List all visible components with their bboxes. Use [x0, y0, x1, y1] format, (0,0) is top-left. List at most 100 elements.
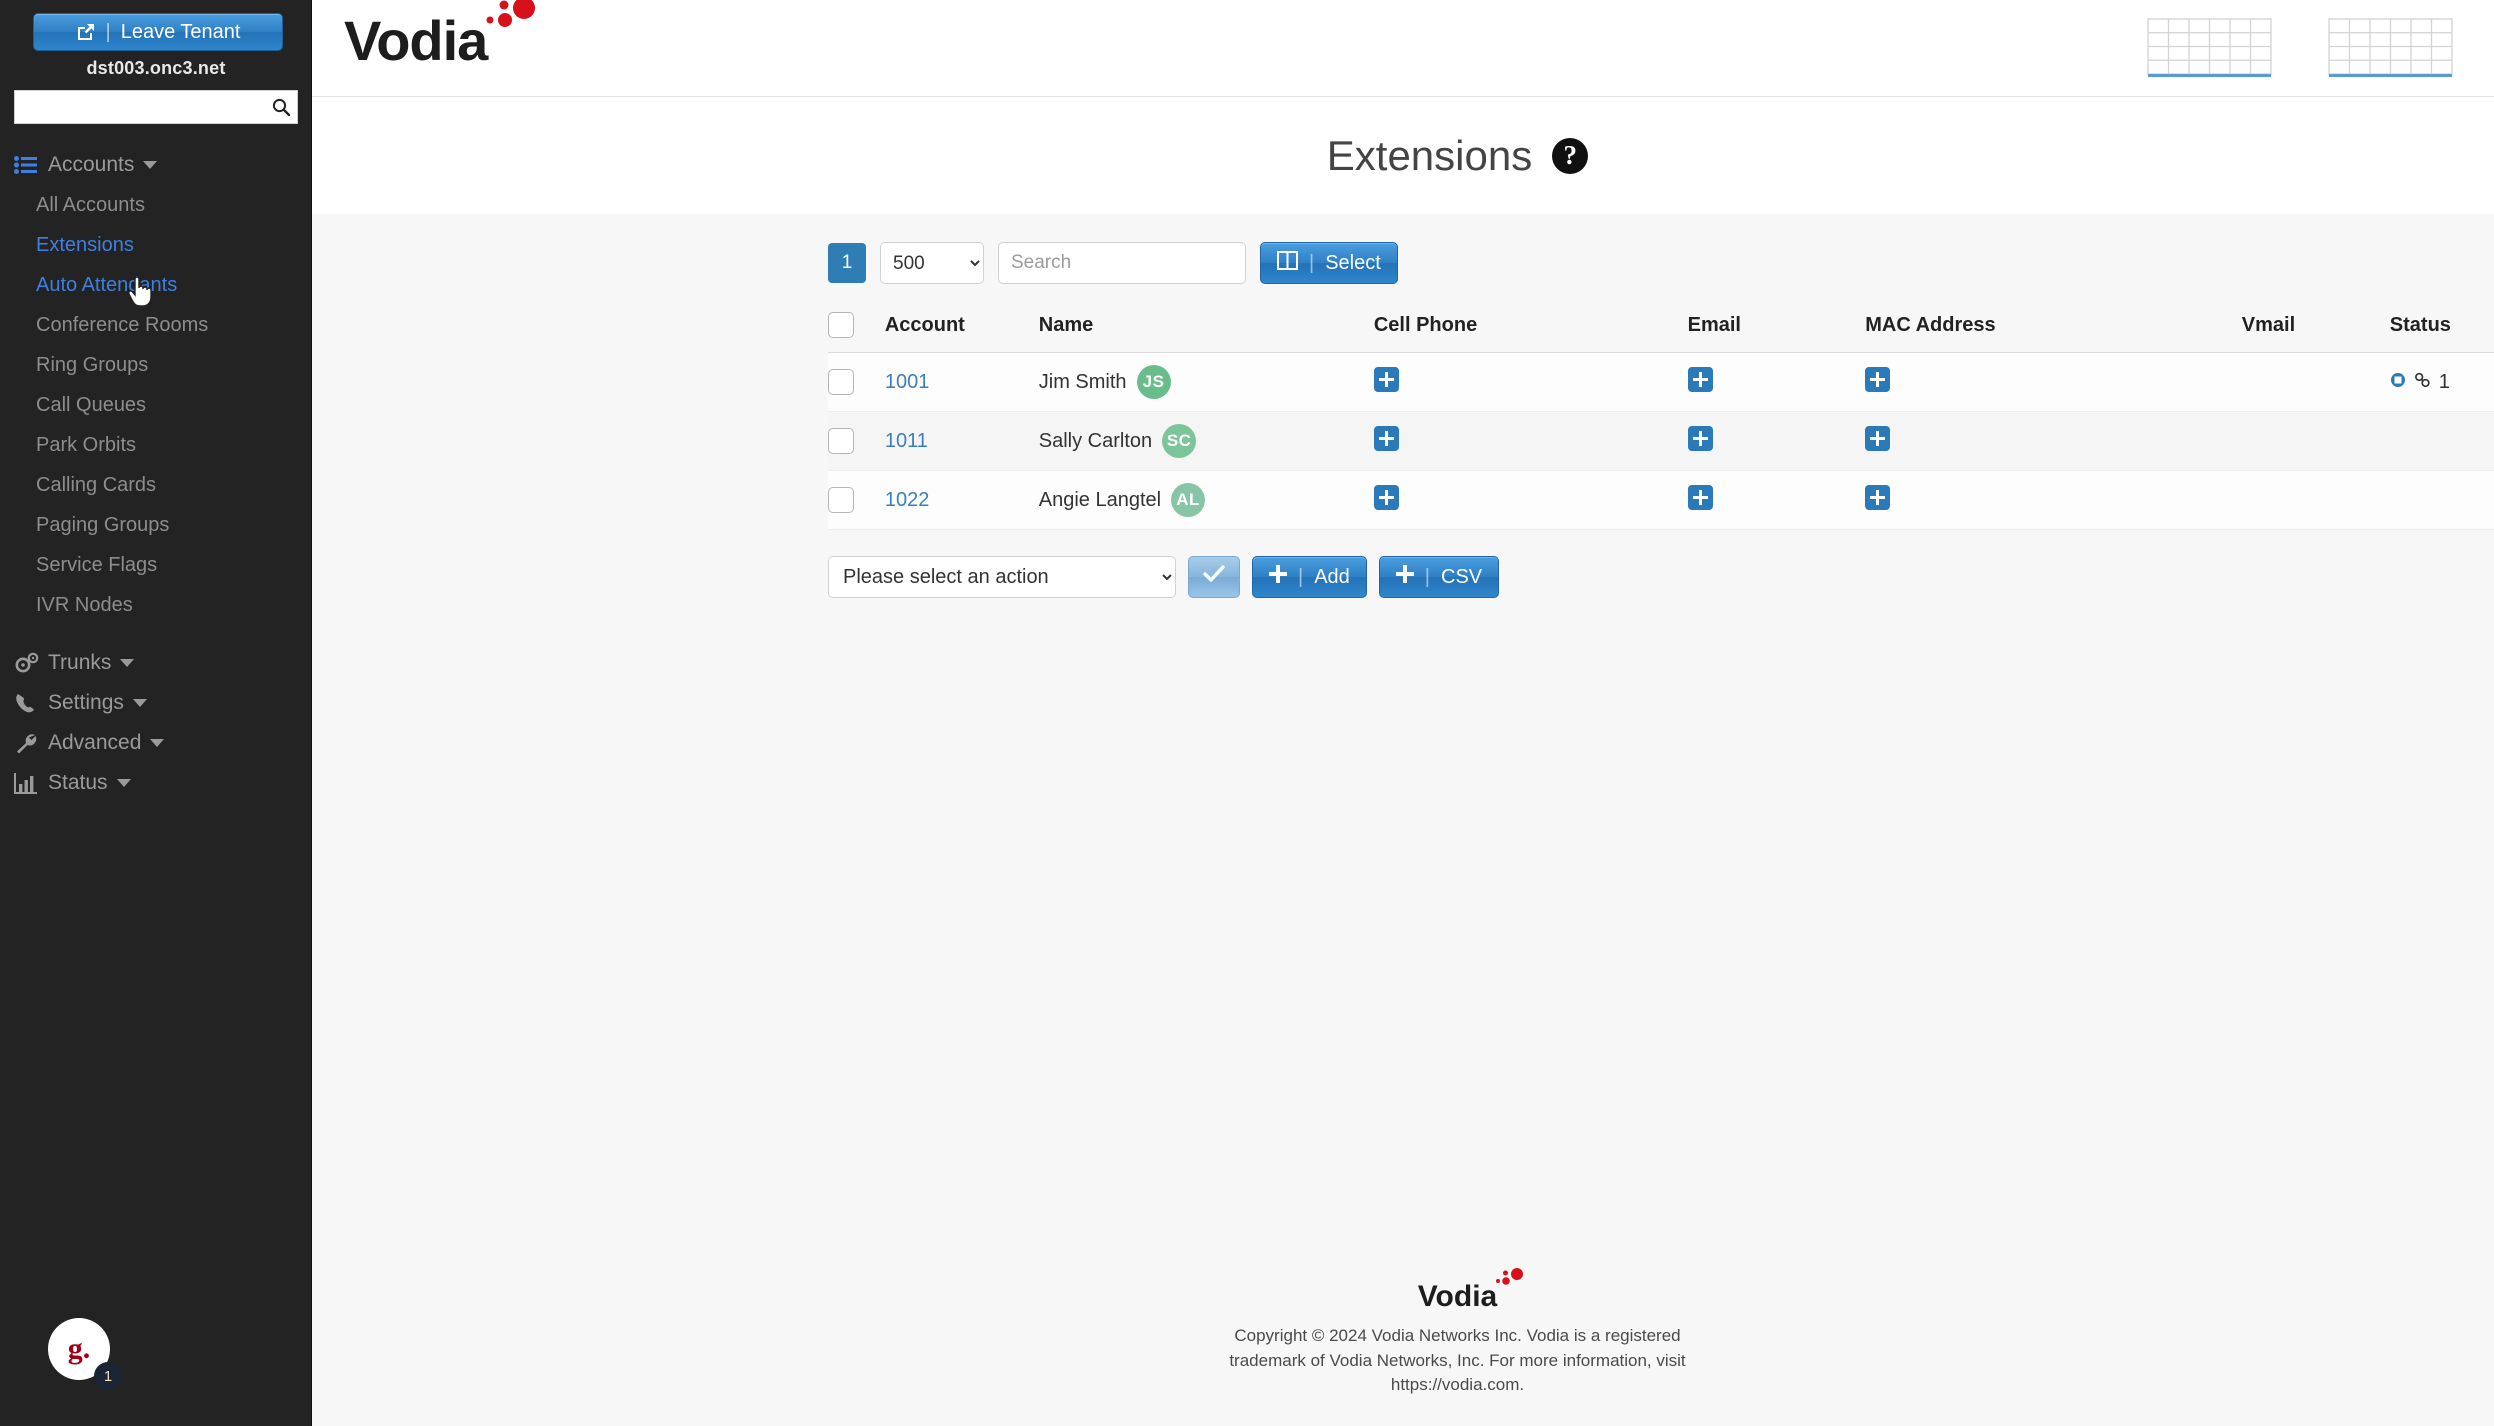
add-email-icon[interactable] — [1687, 425, 1713, 451]
top-bar-icons — [2147, 18, 2494, 85]
sidebar-item-all-accounts[interactable]: All Accounts — [0, 185, 312, 225]
sidebar-search-input[interactable] — [19, 92, 267, 122]
sidebar-group-trunks-label: Trunks — [48, 651, 112, 674]
table-body: 1001 Jim Smith JS 1 1011 Sally Carlton S… — [828, 352, 2494, 530]
cell-status — [2389, 411, 2494, 471]
list-icon — [14, 156, 48, 174]
page-header: Extensions ? — [312, 97, 2494, 214]
column-header-vmail[interactable]: Vmail — [2241, 306, 2390, 353]
search-input[interactable] — [998, 242, 1246, 284]
row-select-cell — [828, 470, 885, 530]
add-mac-address-icon[interactable] — [1865, 484, 1891, 510]
check-icon — [1203, 565, 1225, 589]
sidebar-item-call-queues[interactable]: Call Queues — [0, 385, 312, 425]
row-select-cell — [828, 352, 885, 412]
contact-avatar: SC — [1162, 424, 1197, 458]
cell-vmail — [2241, 470, 2390, 530]
sidebar-item-extensions[interactable]: Extensions — [0, 225, 312, 265]
add-email-icon[interactable] — [1687, 484, 1713, 510]
leave-tenant-button[interactable]: | Leave Tenant — [33, 13, 283, 51]
select-columns-button[interactable]: | Select — [1260, 242, 1398, 284]
row-checkbox[interactable] — [828, 369, 854, 395]
registration-dot-icon[interactable] — [2390, 371, 2406, 394]
apply-action-button[interactable] — [1188, 556, 1240, 598]
sidebar-group-status[interactable]: Status — [0, 763, 312, 803]
add-cell-phone-icon[interactable] — [1373, 484, 1399, 510]
column-header-name[interactable]: Name — [1038, 306, 1374, 353]
table-grid-icon[interactable] — [2147, 18, 2272, 85]
sidebar-item-calling-cards[interactable]: Calling Cards — [0, 465, 312, 505]
list-toolbar: 1 500 | Select — [312, 214, 2494, 284]
sidebar-group-trunks[interactable]: Trunks — [0, 643, 312, 683]
top-bar: Vodia — [312, 0, 2494, 97]
add-button-label: Add — [1314, 565, 1350, 588]
add-mac-address-icon[interactable] — [1865, 366, 1891, 392]
cell-vmail — [2241, 411, 2390, 471]
chain-link-icon[interactable] — [2414, 371, 2431, 394]
table-header-row: Account Name Cell Phone Email MAC Addres… — [828, 306, 2494, 353]
account-link[interactable]: 1022 — [885, 489, 930, 511]
row-checkbox[interactable] — [828, 487, 854, 513]
question-mark-icon[interactable]: ? — [1552, 137, 1589, 174]
cell-status: 1 — [2389, 352, 2494, 412]
sidebar-item-paging-groups[interactable]: Paging Groups — [0, 505, 312, 545]
select-button-label: Select — [1325, 251, 1381, 274]
sidebar-group-settings-label: Settings — [48, 691, 124, 714]
cell-cell-phone — [1373, 470, 1688, 530]
page-title: Extensions — [1326, 131, 1533, 179]
app-root: | Leave Tenant dst003.onc3.net Accounts … — [0, 0, 2494, 1426]
bulk-action-select[interactable]: Please select an action — [828, 556, 1176, 598]
chevron-down-icon — [143, 161, 158, 169]
sidebar: | Leave Tenant dst003.onc3.net Accounts … — [0, 0, 312, 1426]
per-page-select[interactable]: 500 — [880, 242, 984, 284]
column-header-status[interactable]: Status — [2389, 306, 2494, 353]
cell-account: 1001 — [884, 352, 1039, 412]
sidebar-group-settings[interactable]: Settings — [0, 683, 312, 723]
page-number-button[interactable]: 1 — [828, 243, 866, 283]
select-all-checkbox[interactable] — [828, 312, 854, 338]
footer-logo: Vodia — [312, 1267, 2494, 1319]
contact-name: Jim Smith — [1038, 370, 1127, 393]
column-header-mac-address[interactable]: MAC Address — [1865, 306, 2242, 353]
sidebar-item-service-flags[interactable]: Service Flags — [0, 545, 312, 585]
contact-name: Sally Carlton — [1038, 429, 1153, 452]
search-icon[interactable] — [267, 97, 295, 117]
add-cell-phone-icon[interactable] — [1373, 366, 1399, 392]
sidebar-item-conference-rooms[interactable]: Conference Rooms — [0, 305, 312, 345]
sidebar-item-auto-attendants[interactable]: Auto Attendants — [0, 265, 312, 305]
sidebar-item-ring-groups[interactable]: Ring Groups — [0, 345, 312, 385]
cell-account: 1011 — [884, 411, 1039, 471]
select-button-separator: | — [1309, 251, 1315, 274]
table-grid-icon[interactable] — [2328, 18, 2453, 85]
row-checkbox[interactable] — [828, 428, 854, 454]
avatar[interactable]: g. 1 — [48, 1318, 122, 1390]
contact-name: Angie Langtel — [1038, 488, 1162, 511]
main-content: Vodia Extensions ? 1 500 Search | Select… — [312, 0, 2494, 1426]
account-link[interactable]: 1001 — [885, 371, 930, 393]
cell-email — [1687, 470, 1866, 530]
add-cell-phone-icon[interactable] — [1373, 425, 1399, 451]
cell-email — [1687, 411, 1866, 471]
add-email-icon[interactable] — [1687, 366, 1713, 392]
column-header-cell-phone[interactable]: Cell Phone — [1373, 306, 1688, 353]
sidebar-item-park-orbits[interactable]: Park Orbits — [0, 425, 312, 465]
sidebar-item-ivr-nodes[interactable]: IVR Nodes — [0, 585, 312, 625]
sidebar-group-advanced-label: Advanced — [48, 731, 142, 754]
external-link-icon — [76, 22, 96, 42]
csv-button[interactable]: | CSV — [1378, 556, 1500, 598]
account-link[interactable]: 1011 — [885, 430, 928, 452]
chevron-down-icon — [150, 739, 165, 747]
sidebar-group-accounts[interactable]: Accounts — [0, 145, 312, 185]
column-header-email[interactable]: Email — [1687, 306, 1866, 353]
cell-mac-address — [1865, 470, 2242, 530]
sidebar-group-accounts-label: Accounts — [48, 153, 135, 176]
sidebar-search[interactable] — [14, 90, 298, 124]
select-all-header — [828, 306, 885, 353]
add-mac-address-icon[interactable] — [1865, 425, 1891, 451]
add-button[interactable]: | Add — [1252, 556, 1367, 598]
cell-email — [1687, 352, 1866, 412]
column-header-account[interactable]: Account — [884, 306, 1039, 353]
table-row: 1022 Angie Langtel AL — [828, 470, 2494, 530]
add-button-separator: | — [1298, 565, 1304, 588]
sidebar-group-advanced[interactable]: Advanced — [0, 723, 312, 763]
